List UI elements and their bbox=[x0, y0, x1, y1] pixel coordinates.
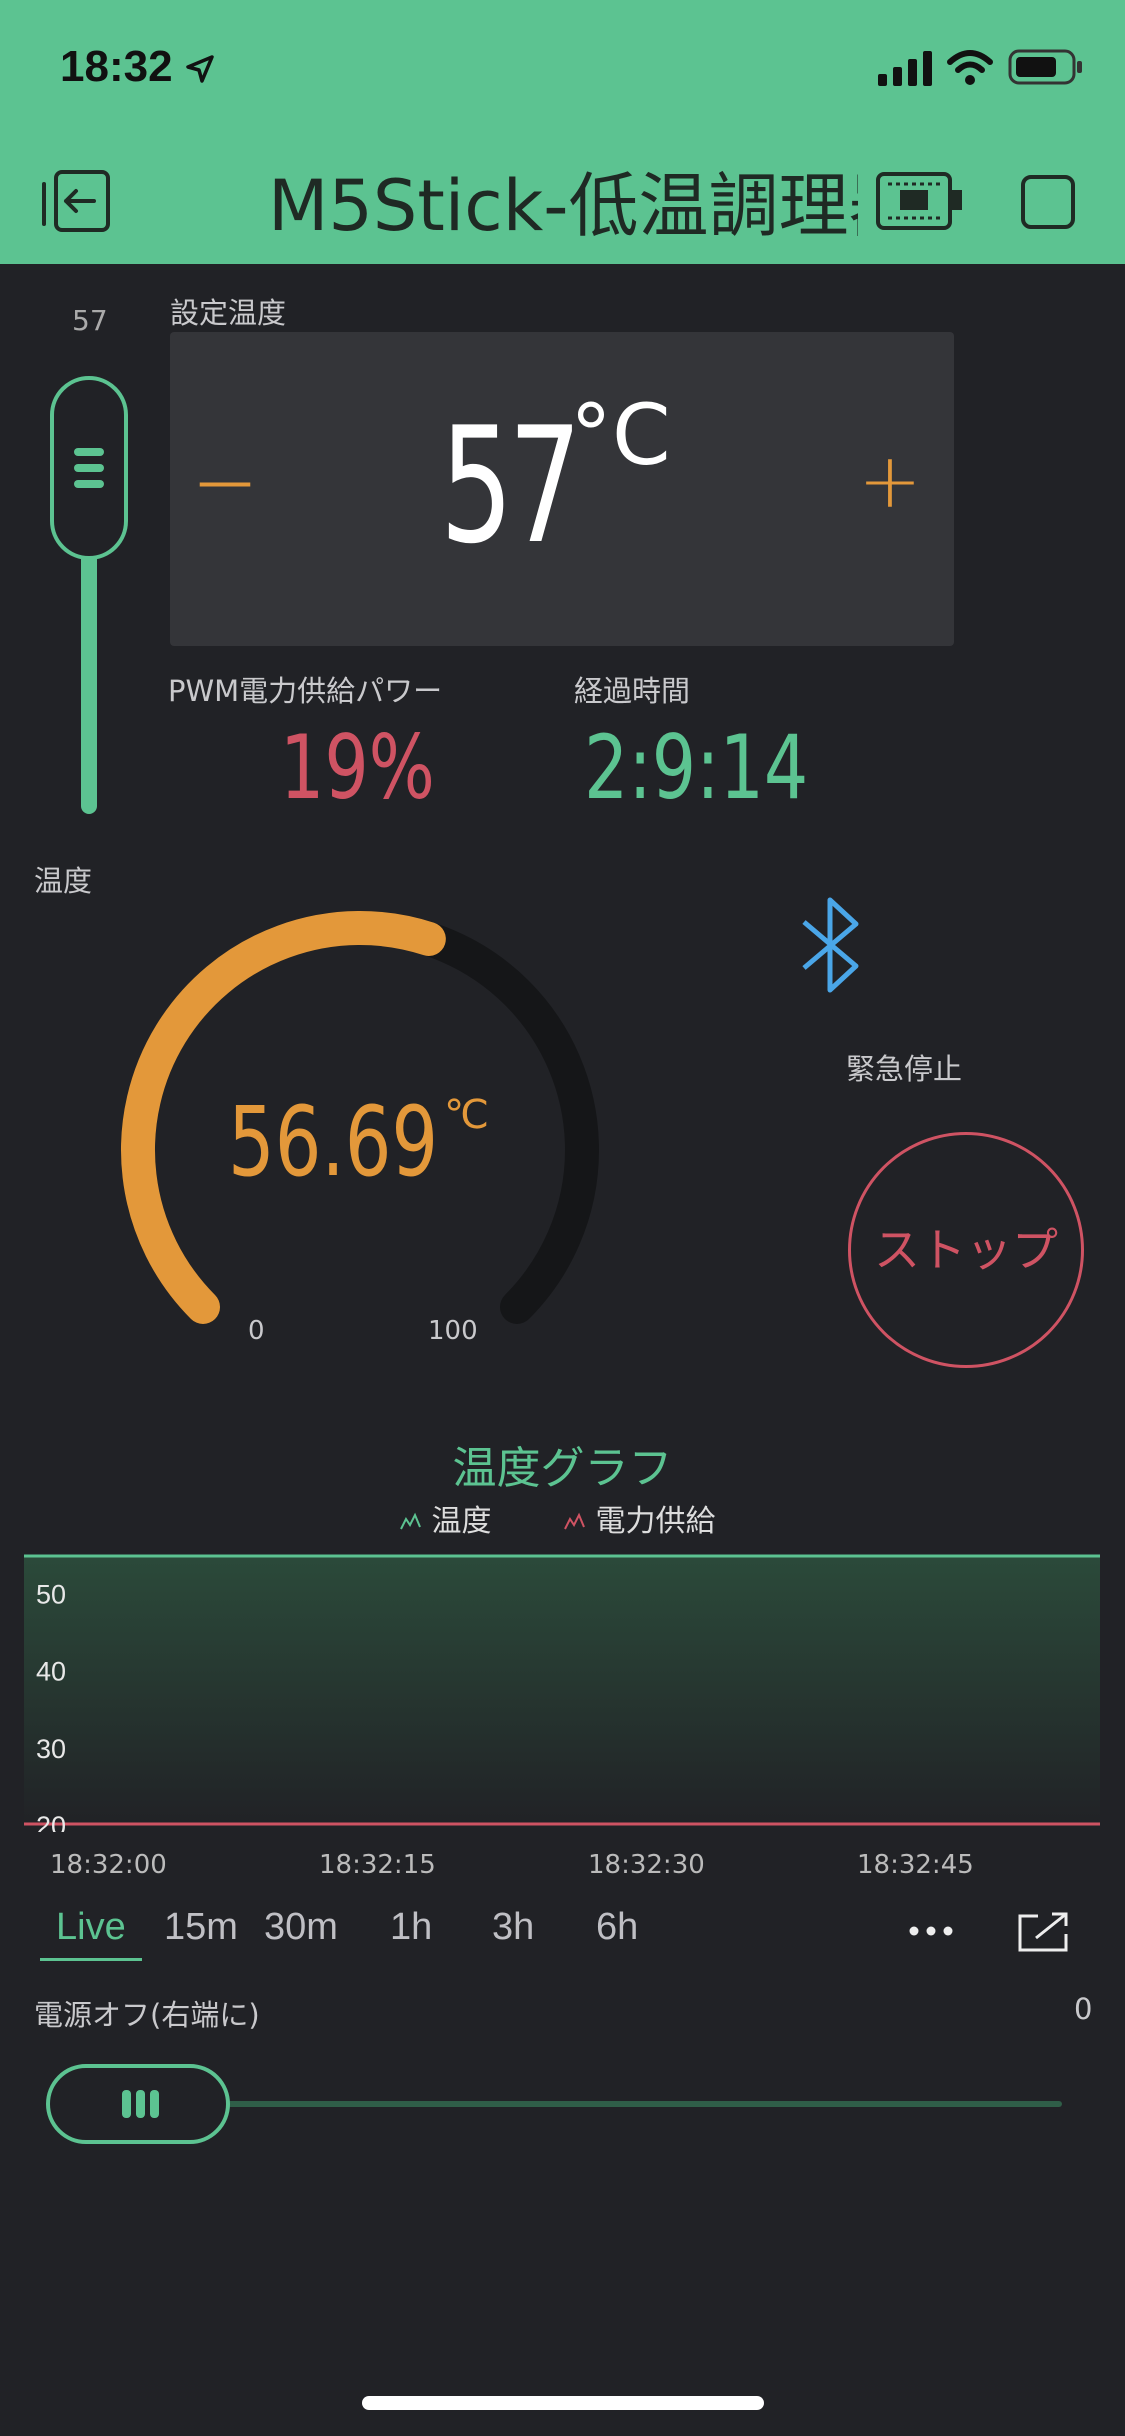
location-arrow-icon bbox=[186, 55, 214, 84]
x-tick-label: 18:32:15 bbox=[319, 1850, 436, 1880]
legend-label-temperature: 温度 bbox=[431, 1504, 492, 1539]
more-button[interactable] bbox=[906, 1916, 956, 1946]
exit-button[interactable] bbox=[38, 166, 116, 236]
elapsed-value: 2:9:14 bbox=[584, 716, 809, 819]
x-tick-label: 18:32:00 bbox=[50, 1850, 167, 1880]
setpoint-stepper: — + 57 °C bbox=[170, 332, 954, 646]
temperature-gauge: 56.69 ℃ 0 100 bbox=[110, 900, 610, 1360]
emergency-label: 緊急停止 bbox=[846, 1052, 963, 1086]
x-tick-label: 18:32:30 bbox=[588, 1850, 705, 1880]
chart-plot: 50 40 30 20 bbox=[24, 1554, 1100, 1841]
stop-button[interactable]: ストップ bbox=[848, 1132, 1084, 1368]
y-tick-label: 20 bbox=[36, 1811, 66, 1832]
home-indicator bbox=[362, 2396, 764, 2410]
square-icon bbox=[1021, 175, 1075, 229]
power-off-value: 0 bbox=[1074, 1992, 1093, 2026]
temperature-chart[interactable]: 50 40 30 20 bbox=[24, 1554, 1100, 1841]
increase-button[interactable]: + bbox=[850, 436, 930, 526]
legend-item-power: 電力供給 bbox=[564, 1496, 716, 1540]
setpoint-label: 設定温度 bbox=[170, 296, 287, 330]
expand-icon bbox=[1018, 1912, 1068, 1952]
setpoint-display: 57 °C bbox=[440, 386, 671, 579]
y-tick-label: 30 bbox=[36, 1734, 66, 1764]
app-title: M5Stick-低温調理器 bbox=[268, 165, 858, 240]
slider-track bbox=[50, 376, 128, 814]
range-tab-15m[interactable]: 15m bbox=[164, 1906, 238, 1949]
setpoint-unit: °C bbox=[570, 386, 671, 484]
legend-label-power: 電力供給 bbox=[595, 1504, 716, 1539]
active-tab-indicator bbox=[40, 1958, 142, 1961]
range-tab-1h[interactable]: 1h bbox=[390, 1906, 432, 1949]
range-tab-3h[interactable]: 3h bbox=[492, 1906, 534, 1949]
x-tick-label: 18:32:45 bbox=[857, 1850, 974, 1880]
device-button[interactable] bbox=[874, 168, 964, 234]
elapsed-label: 経過時間 bbox=[574, 674, 691, 708]
gauge-min: 0 bbox=[248, 1316, 265, 1346]
setpoint-slider-value: 57 bbox=[72, 304, 108, 337]
gauge-readout: 56.69 ℃ bbox=[228, 1086, 489, 1198]
wifi-icon bbox=[947, 50, 993, 85]
decrease-button[interactable]: — bbox=[190, 442, 260, 522]
app-header: 18:32 M5Stick-低温調理器 bbox=[0, 0, 1125, 264]
line-chart-icon bbox=[564, 1512, 585, 1530]
battery-icon bbox=[1008, 49, 1082, 85]
y-tick-label: 40 bbox=[36, 1657, 66, 1687]
temperature-area bbox=[24, 1556, 1100, 1824]
slider-track bbox=[46, 2064, 1062, 2144]
gauge-value: 56.69 bbox=[228, 1086, 439, 1198]
more-dots-icon bbox=[909, 1926, 953, 1936]
legend-item-temperature: 温度 bbox=[400, 1496, 492, 1540]
pwm-label: PWM電力供給パワー bbox=[168, 674, 443, 708]
y-tick-label: 50 bbox=[36, 1580, 66, 1610]
power-off-label: 電源オフ(右端に) bbox=[34, 1998, 260, 2032]
power-off-slider[interactable] bbox=[46, 2064, 1066, 2144]
range-tab-30m[interactable]: 30m bbox=[264, 1906, 338, 1949]
gauge-max: 100 bbox=[428, 1316, 478, 1346]
device-chip-icon bbox=[876, 172, 962, 230]
range-tab-6h[interactable]: 6h bbox=[596, 1906, 638, 1949]
bluetooth-icon[interactable] bbox=[796, 894, 868, 996]
gauge-unit: ℃ bbox=[444, 1092, 489, 1138]
fullscreen-button[interactable] bbox=[1016, 1910, 1072, 1954]
range-tab-live[interactable]: Live bbox=[56, 1906, 126, 1949]
setpoint-vertical-slider[interactable] bbox=[48, 374, 130, 820]
graph-title: 温度グラフ bbox=[452, 1443, 673, 1494]
exit-icon bbox=[42, 170, 110, 232]
setpoint-value: 57 bbox=[440, 392, 582, 579]
gauge-label: 温度 bbox=[34, 864, 93, 898]
status-time: 18:32 bbox=[60, 42, 215, 92]
line-chart-icon bbox=[400, 1512, 421, 1530]
pwm-value: 19% bbox=[280, 716, 435, 819]
signal-icon bbox=[878, 51, 932, 86]
stop-square-button[interactable] bbox=[1020, 174, 1076, 230]
